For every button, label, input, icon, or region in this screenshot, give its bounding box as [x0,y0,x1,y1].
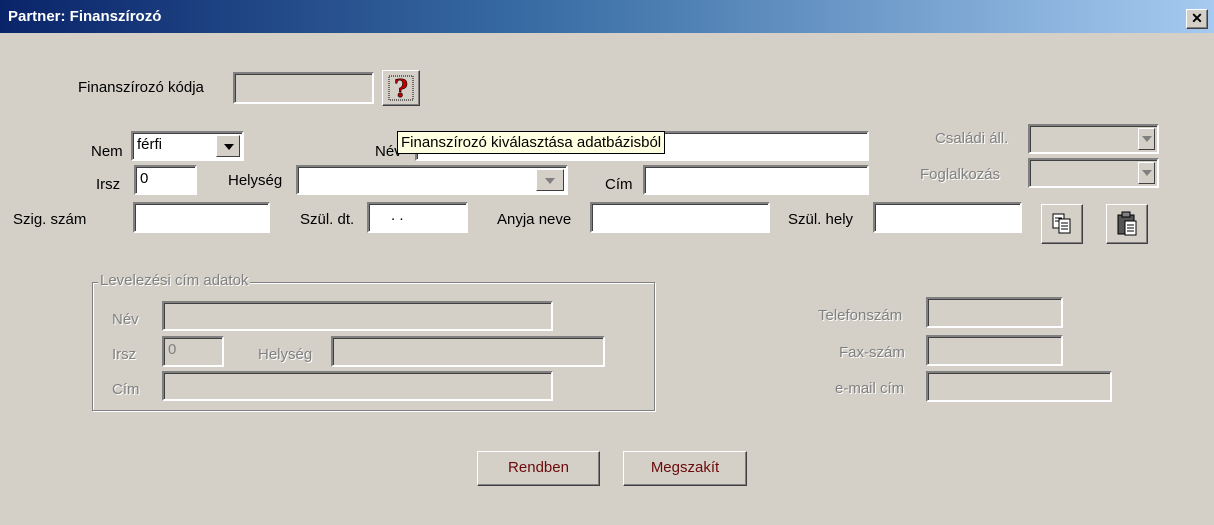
szul-dt-label: Szül. dt. [300,211,355,228]
anyja-field[interactable] [590,202,770,233]
lev-nev-label: Név [112,311,139,328]
title-bar[interactable]: Partner: Finanszírozó ✕ [0,0,1214,33]
svg-text:?: ? [394,74,408,103]
paste-button[interactable] [1106,204,1148,244]
irsz-field[interactable]: 0 [134,165,197,195]
chevron-down-icon [1142,136,1152,142]
anyja-label: Anyja neve [497,211,572,228]
window-title: Partner: Finanszírozó [8,8,162,25]
finanszirozo-code-label: Finanszírozó kódja [78,79,204,96]
paste-icon [1117,211,1137,236]
ok-button[interactable]: Rendben [477,451,600,486]
nem-label: Nem [91,143,123,160]
cancel-button-label: Megszakít [650,459,720,476]
csaladi-dropdown-button[interactable] [1138,128,1155,150]
lev-irsz-field[interactable]: 0 [162,336,224,367]
cim-field[interactable] [643,165,869,195]
telefon-label: Telefonszám [818,307,903,324]
csaladi-label: Családi áll. [935,130,1009,147]
telefon-field[interactable] [926,297,1063,328]
question-icon: ? [388,74,414,103]
szul-hely-label: Szül. hely [788,211,854,228]
fax-label: Fax-szám [839,344,905,361]
foglalkozas-dropdown-button[interactable] [1138,162,1155,184]
nem-dropdown-button[interactable] [216,135,240,157]
csaladi-select[interactable] [1028,124,1159,154]
szul-hely-field[interactable] [873,202,1022,233]
email-label: e-mail cím [835,380,905,397]
copy-button[interactable] [1041,204,1083,244]
lev-nev-field[interactable] [162,301,553,331]
lev-cim-field[interactable] [162,371,553,401]
lev-cim-label: Cím [112,381,140,398]
szig-label: Szig. szám [13,211,87,228]
lev-helyseg-label: Helység [258,346,313,363]
irsz-label: Irsz [96,176,121,193]
close-icon: ✕ [1191,10,1203,26]
helyseg-label: Helység [228,172,283,189]
fax-field[interactable] [926,335,1063,366]
copy-icon [1052,213,1071,234]
nem-value: férfi [137,136,163,153]
szul-dt-field[interactable]: . . [367,202,468,233]
email-field[interactable] [926,371,1112,402]
lev-helyseg-field[interactable] [331,336,605,367]
ok-button-label: Rendben [508,459,569,476]
foglalkozas-select[interactable] [1028,158,1159,188]
levelezesi-group-title: Levelezési cím adatok [98,272,251,289]
finanszirozo-code-field[interactable] [233,72,374,104]
cim-label: Cím [605,176,633,193]
foglalkozas-label: Foglalkozás [920,166,1001,183]
nem-select[interactable]: férfi [131,131,244,161]
chevron-down-icon [224,144,234,150]
dialog-window: Partner: Finanszírozó ✕ Finanszírozó kód… [0,0,1214,525]
close-button[interactable]: ✕ [1186,9,1208,29]
szig-field[interactable] [133,202,270,233]
helyseg-dropdown-button[interactable] [536,169,564,191]
lev-irsz-label: Irsz [112,346,137,363]
lookup-tooltip: Finanszírozó kiválasztása adatbázisból [397,131,666,154]
helyseg-select[interactable] [296,165,568,195]
chevron-down-icon [1142,170,1152,176]
chevron-down-icon [545,178,555,184]
cancel-button[interactable]: Megszakít [623,451,747,486]
lookup-button[interactable]: ? [382,70,420,106]
